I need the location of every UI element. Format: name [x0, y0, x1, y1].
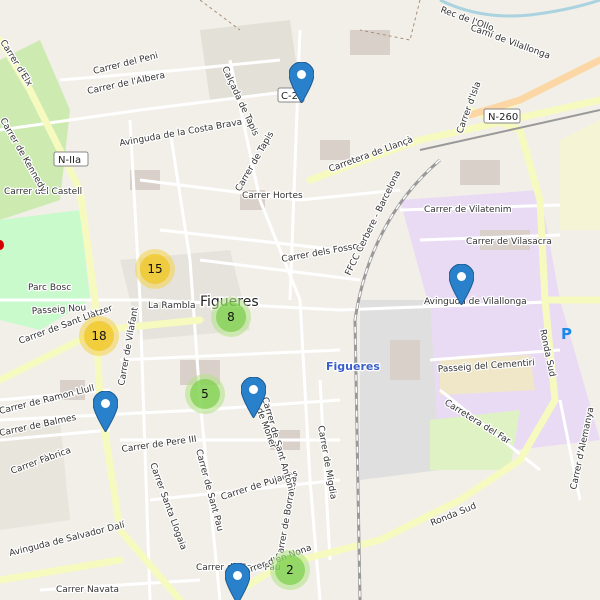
- map-marker-pin-icon[interactable]: [93, 391, 118, 432]
- street-label: Carrer Navata: [56, 585, 119, 595]
- cluster-marker[interactable]: 5: [185, 374, 225, 414]
- svg-text:N-IIa: N-IIa: [58, 155, 81, 166]
- street-label: Carrer de Vilatenim: [424, 205, 512, 215]
- map-marker-pin-icon[interactable]: [449, 264, 474, 305]
- map-marker-pin-icon[interactable]: [289, 62, 314, 103]
- station-label: Figueres: [326, 360, 380, 373]
- road-shield-n-260: N-260: [483, 108, 521, 124]
- road-shield-n-iia: N-IIa: [53, 151, 89, 167]
- map-marker-pin-icon[interactable]: [241, 377, 266, 418]
- cluster-count: 5: [190, 379, 220, 409]
- street-label: Carrer Hortes: [242, 191, 303, 201]
- parking-icon: P: [561, 325, 572, 343]
- street-label: La Rambla: [148, 301, 195, 311]
- svg-text:N-260: N-260: [488, 112, 518, 123]
- cluster-marker[interactable]: 2: [270, 550, 310, 590]
- cluster-marker[interactable]: 15: [135, 249, 175, 289]
- street-label: Carrer de Vilasacra: [466, 237, 552, 247]
- map-view[interactable]: Carrer del Peni Carrer de l'Albera Aving…: [0, 0, 600, 600]
- cluster-count: 8: [216, 302, 246, 332]
- cluster-marker[interactable]: 18: [79, 316, 119, 356]
- map-marker-pin-icon[interactable]: [225, 563, 250, 600]
- cluster-marker[interactable]: 8: [211, 297, 251, 337]
- cluster-count: 18: [84, 321, 114, 351]
- cluster-count: 15: [140, 254, 170, 284]
- street-label: Avinguda de Vilallonga: [424, 297, 527, 307]
- street-label: Parc Bosc: [28, 283, 71, 293]
- cluster-count: 2: [275, 555, 305, 585]
